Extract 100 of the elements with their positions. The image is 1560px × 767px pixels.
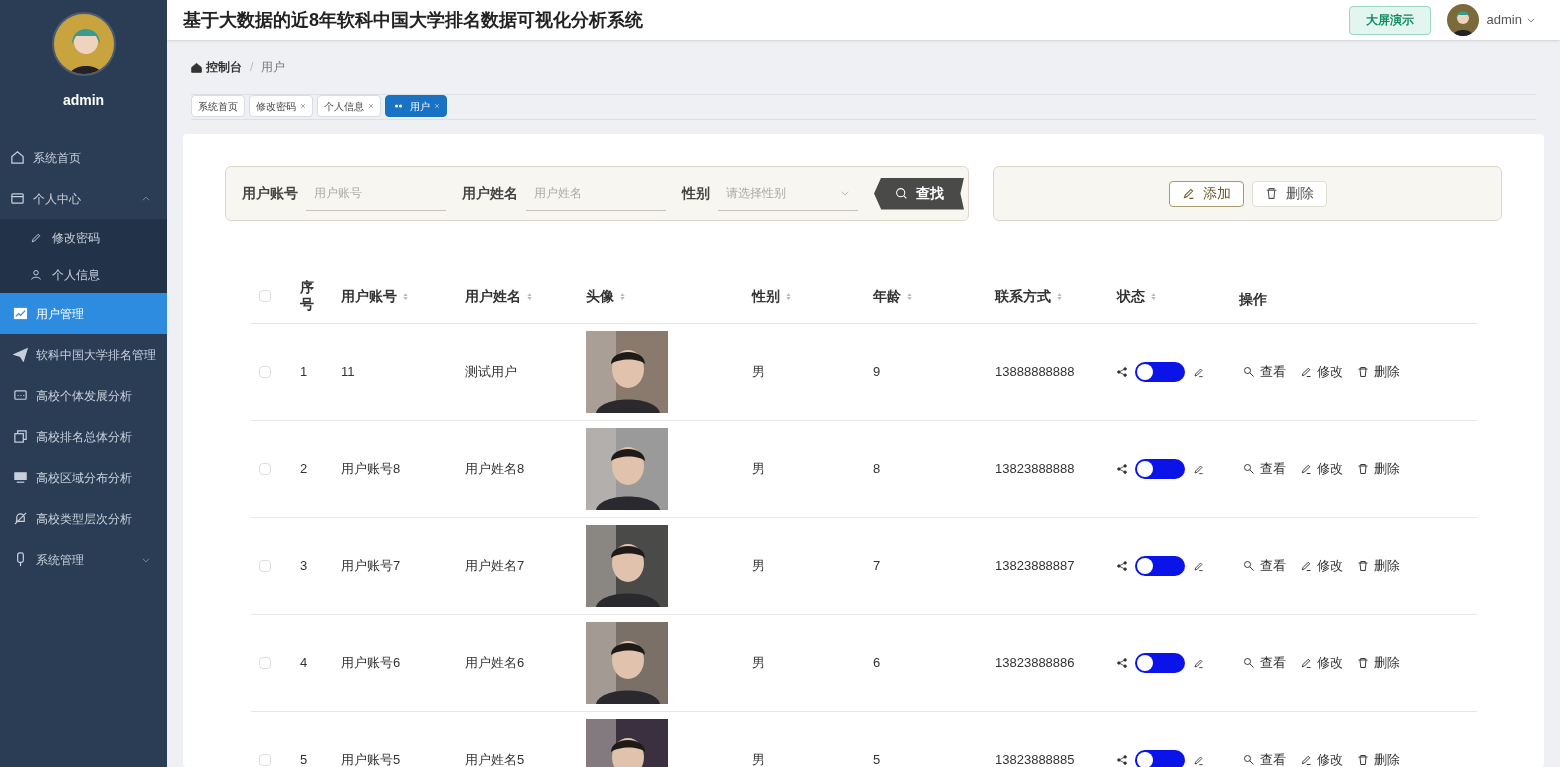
view-link[interactable]: 查看 <box>1243 750 1286 767</box>
column-header[interactable]: 年龄 <box>873 285 914 307</box>
home-icon <box>10 150 25 165</box>
sidebar-item[interactable]: 高校排名总体分析 <box>0 416 167 457</box>
table-cell: 6 <box>873 655 881 671</box>
trash-icon <box>1357 754 1369 766</box>
delete-link[interactable]: 删除 <box>1357 653 1400 673</box>
table-cell: 8 <box>873 461 881 477</box>
checkbox[interactable] <box>259 463 271 475</box>
sidebar-item[interactable]: 高校类型层次分析 <box>0 498 167 539</box>
table-cell: 13823888885 <box>995 752 1075 767</box>
delete-link[interactable]: 删除 <box>1357 362 1400 382</box>
column-header[interactable]: 性别 <box>752 285 793 307</box>
checkbox[interactable] <box>259 290 271 302</box>
breadcrumb-item: 用户 <box>261 59 286 76</box>
sidebar-item[interactable]: 用户管理 <box>0 293 167 334</box>
column-header[interactable]: 联系方式 <box>995 285 1064 307</box>
table-cell: 用户账号7 <box>341 558 401 574</box>
bell-off-icon <box>13 511 28 526</box>
wallet-icon <box>10 191 25 206</box>
toggle-switch[interactable] <box>1135 459 1185 479</box>
search-icon <box>1243 657 1255 669</box>
search-icon <box>894 187 908 200</box>
delete-link[interactable]: 删除 <box>1357 750 1400 767</box>
table-cell: 用户账号8 <box>341 461 401 477</box>
view-link[interactable]: 查看 <box>1243 653 1286 673</box>
chevron-icon <box>840 188 850 198</box>
breadcrumb-link[interactable]: 控制台 <box>191 58 242 76</box>
checkbox[interactable] <box>259 657 271 669</box>
sidebar-subitem[interactable]: 个人信息 <box>0 256 167 293</box>
view-link[interactable]: 查看 <box>1243 362 1286 382</box>
table-cell: 13823888888 <box>995 461 1075 477</box>
delete-link[interactable]: 删除 <box>1357 556 1400 576</box>
toggle-switch[interactable] <box>1135 653 1185 673</box>
input-field[interactable]: 用户账号 <box>306 176 446 211</box>
column-header[interactable]: 用户账号 <box>341 285 410 307</box>
delete-button[interactable]: 删除 <box>1251 180 1327 207</box>
view-link[interactable]: 查看 <box>1243 459 1286 479</box>
delete-link[interactable]: 删除 <box>1357 459 1400 479</box>
table-cell: 3 <box>300 558 308 574</box>
pencil-icon <box>1181 187 1195 200</box>
edit-link[interactable]: 修改 <box>1300 362 1343 382</box>
tab[interactable]: 用户 <box>385 95 447 117</box>
share-icon <box>1117 755 1127 765</box>
sidebar-item[interactable]: 个人中心 <box>0 178 167 219</box>
table-cell: 男 <box>752 461 765 477</box>
sidebar-item[interactable]: 高校个体发展分析 <box>0 375 167 416</box>
field-label: 用户账号 <box>242 184 298 203</box>
pencil-icon <box>1193 463 1204 475</box>
edit-link[interactable]: 修改 <box>1300 459 1343 479</box>
column-header[interactable]: 头像 <box>586 285 627 307</box>
tab[interactable]: 修改密码 <box>249 95 313 117</box>
sidebar-item[interactable]: 高校区域分布分析 <box>0 457 167 498</box>
table-cell: 5 <box>873 752 881 767</box>
sidebar-item[interactable]: 系统首页 <box>0 137 167 178</box>
pencil-icon <box>1193 560 1204 572</box>
table-cell: 9 <box>873 364 881 380</box>
trash-icon <box>1357 560 1369 572</box>
table-cell: 5 <box>300 752 308 767</box>
pencil-icon <box>1300 754 1312 766</box>
toggle-switch[interactable] <box>1135 750 1185 767</box>
sort-icon <box>1149 290 1158 302</box>
column-header[interactable]: 操作 <box>1239 282 1267 310</box>
pencil-icon <box>30 231 42 244</box>
search-icon <box>1243 366 1255 378</box>
edit-link[interactable]: 修改 <box>1300 653 1343 673</box>
toggle-switch[interactable] <box>1135 362 1185 382</box>
sidebar-subitem[interactable]: 修改密码 <box>0 219 167 256</box>
table-cell: 7 <box>873 558 881 574</box>
column-header[interactable]: 用户姓名 <box>465 285 534 307</box>
checkbox[interactable] <box>259 754 271 766</box>
column-header[interactable]: 序号 <box>300 279 316 313</box>
search-button[interactable]: 查找 <box>874 177 964 210</box>
table-cell: 用户姓名8 <box>465 461 525 477</box>
sidebar-item[interactable]: 系统管理 <box>0 539 167 580</box>
input-field[interactable]: 用户姓名 <box>526 176 666 211</box>
table-cell: 13823888887 <box>995 558 1075 574</box>
screen-button[interactable]: 大屏演示 <box>1348 5 1431 35</box>
pencil-icon <box>1193 657 1204 669</box>
close-icon <box>300 103 306 109</box>
user-menu[interactable]: admin <box>1486 10 1536 30</box>
sidebar-item[interactable]: 软科中国大学排名管理 <box>0 334 167 375</box>
checkbox[interactable] <box>259 366 271 378</box>
table-cell: 男 <box>752 558 765 574</box>
sort-icon <box>905 290 914 302</box>
pencil-icon <box>1300 366 1312 378</box>
close-icon <box>368 103 374 109</box>
toggle-switch[interactable] <box>1135 556 1185 576</box>
checkbox[interactable] <box>259 560 271 572</box>
tab[interactable]: 个人信息 <box>317 95 381 117</box>
column-header[interactable]: 状态 <box>1117 285 1158 307</box>
tab[interactable]: 系统首页 <box>191 95 245 117</box>
edit-link[interactable]: 修改 <box>1300 556 1343 576</box>
share-icon <box>1117 464 1127 474</box>
add-button[interactable]: 添加 <box>1168 180 1244 207</box>
view-link[interactable]: 查看 <box>1243 556 1286 576</box>
share-icon <box>1117 561 1127 571</box>
edit-link[interactable]: 修改 <box>1300 750 1343 767</box>
trash-icon <box>1264 187 1278 200</box>
sidebar-username: admin <box>61 91 106 110</box>
